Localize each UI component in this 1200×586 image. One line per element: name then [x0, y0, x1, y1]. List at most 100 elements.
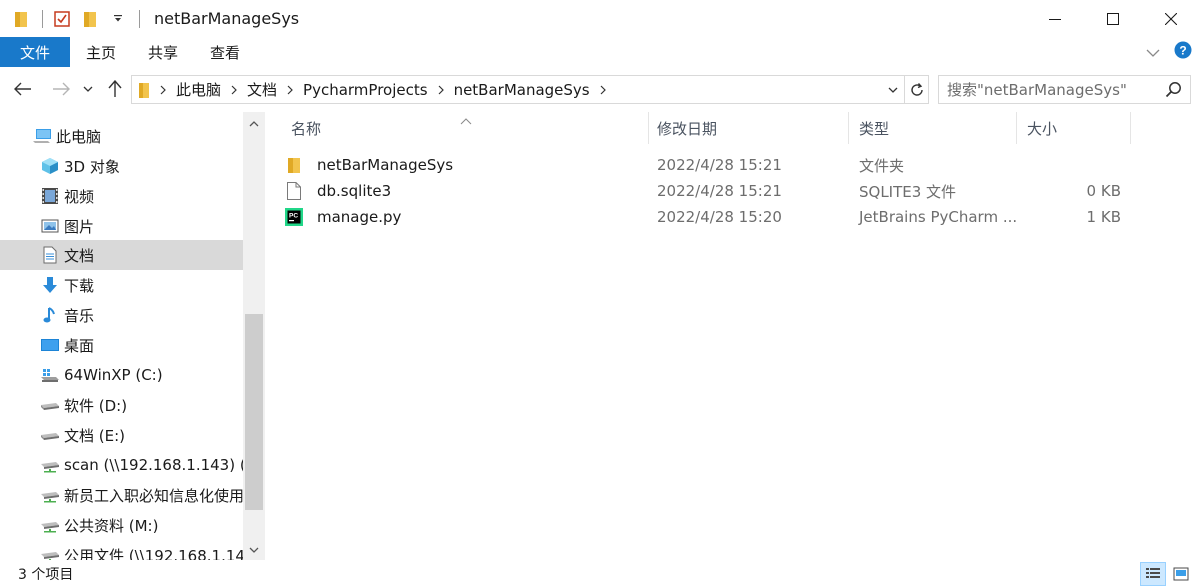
nav-item-pictures[interactable]: 图片 [0, 211, 243, 241]
ribbon-tabs: 文件 主页 共享 查看 ? [0, 37, 1200, 67]
file-type: 文件夹 [859, 156, 905, 175]
status-bar: 3 个项目 [0, 562, 1200, 586]
chevron-right-icon[interactable] [438, 85, 444, 95]
folder-icon [10, 8, 32, 30]
breadcrumb: 此电脑 文档 PycharmProjects netBarManageSys [132, 76, 882, 103]
tab-home[interactable]: 主页 [70, 37, 132, 67]
tab-file[interactable]: 文件 [0, 37, 70, 67]
recent-locations-button[interactable] [77, 76, 99, 102]
column-header-date[interactable]: 修改日期 [649, 112, 849, 144]
address-row: 此电脑 文档 PycharmProjects netBarManageSys 搜… [0, 70, 1200, 108]
column-header-type[interactable]: 类型 [851, 112, 1017, 144]
scroll-down-button[interactable] [243, 540, 265, 560]
toolbar-divider [42, 9, 43, 28]
file-date: 2022/4/28 15:20 [657, 208, 782, 226]
column-header-name[interactable]: 名称 [283, 112, 649, 144]
minimize-icon [1049, 18, 1061, 20]
close-button[interactable] [1142, 0, 1200, 37]
details-view-icon [1146, 568, 1160, 578]
chevron-right-icon[interactable] [160, 85, 166, 95]
help-button[interactable]: ? [1174, 41, 1192, 63]
search-icon[interactable] [1165, 81, 1182, 102]
refresh-button[interactable] [904, 76, 928, 103]
large-icons-view-icon [1173, 567, 1189, 581]
file-date: 2022/4/28 15:21 [657, 182, 782, 200]
nav-item-drive-c[interactable]: 64WinXP (C:) [0, 360, 243, 390]
chevron-right-icon[interactable] [287, 85, 293, 95]
arrow-right-icon [53, 82, 70, 96]
arrow-up-icon [108, 80, 122, 97]
nav-item-drive-d[interactable]: 软件 (D:) [0, 390, 243, 420]
network-drive-icon [40, 485, 60, 505]
tab-view[interactable]: 查看 [194, 37, 256, 67]
file-name: manage.py [317, 208, 402, 226]
file-type: JetBrains PyCharm ... [859, 208, 1018, 226]
arrow-left-icon [14, 82, 31, 96]
nav-item-documents[interactable]: 文档 [0, 240, 243, 270]
nav-item-network-scan[interactable]: scan (\\192.168.1.143) (H [0, 450, 243, 480]
file-size [1024, 152, 1121, 178]
nav-item-network-shared[interactable]: 公用文件 (\\192.168.1.143 [0, 540, 243, 560]
tab-share[interactable]: 共享 [132, 37, 194, 67]
address-history-button[interactable] [882, 87, 904, 93]
network-drive-icon [40, 455, 60, 475]
large-icons-view-button[interactable] [1168, 562, 1194, 586]
expand-ribbon-button[interactable] [1146, 43, 1160, 61]
chevron-right-icon[interactable] [231, 85, 237, 95]
nav-scrollbar[interactable] [243, 112, 265, 560]
window-controls [1026, 0, 1200, 37]
table-row[interactable]: PC manage.py 2022/4/28 15:20 JetBrains P… [284, 204, 1154, 230]
nav-item-network-onboarding[interactable]: 新员工入职必知信息化使用 [0, 480, 243, 510]
forward-button[interactable] [48, 76, 74, 102]
back-button[interactable] [10, 76, 36, 102]
search-input[interactable]: 搜索"netBarManageSys" [938, 75, 1191, 104]
address-bar[interactable]: 此电脑 文档 PycharmProjects netBarManageSys [131, 75, 929, 104]
svg-text:?: ? [1179, 44, 1186, 58]
chevron-down-icon [1146, 49, 1160, 57]
customize-toolbar-icon[interactable] [107, 8, 129, 30]
picture-icon [40, 216, 60, 236]
new-folder-icon[interactable] [79, 8, 101, 30]
breadcrumb-item[interactable]: 此电脑 [176, 79, 247, 100]
table-row[interactable]: netBarManageSys 2022/4/28 15:21 文件夹 [284, 152, 1154, 178]
column-header-size[interactable]: 大小 [1019, 112, 1131, 144]
nav-item-music[interactable]: 音乐 [0, 300, 243, 330]
breadcrumb-item[interactable]: netBarManageSys [454, 81, 616, 99]
table-row[interactable]: db.sqlite3 2022/4/28 15:21 SQLITE3 文件 0 … [284, 178, 1154, 204]
pycharm-icon: PC [284, 207, 304, 227]
nav-item-network-public[interactable]: 公共资料 (M:) [0, 510, 243, 540]
scrollbar-thumb[interactable] [245, 314, 263, 510]
ribbon-right-controls: ? [1146, 37, 1192, 67]
window-title: netBarManageSys [154, 9, 300, 28]
scroll-up-button[interactable] [243, 114, 265, 134]
breadcrumb-item[interactable]: PycharmProjects [303, 81, 454, 99]
up-button[interactable] [102, 76, 128, 102]
refresh-icon [910, 82, 923, 96]
nav-item-downloads[interactable]: 下载 [0, 270, 243, 300]
file-name: netBarManageSys [317, 156, 454, 174]
chevron-up-icon [249, 121, 259, 127]
folder-icon [284, 155, 304, 175]
nav-item-3d-objects[interactable]: 3D 对象 [0, 151, 243, 181]
video-icon [40, 186, 60, 206]
title-bar: netBarManageSys [0, 0, 1200, 37]
close-icon [1165, 12, 1177, 25]
folder-icon [139, 82, 149, 98]
breadcrumb-item[interactable]: 文档 [247, 79, 303, 100]
nav-item-desktop[interactable]: 桌面 [0, 330, 243, 360]
file-icon [284, 181, 304, 201]
nav-item-videos[interactable]: 视频 [0, 181, 243, 211]
nav-item-this-pc[interactable]: 此电脑 [0, 121, 243, 151]
drive-icon [40, 425, 60, 445]
minimize-button[interactable] [1026, 0, 1084, 37]
properties-icon[interactable] [51, 8, 73, 30]
file-date: 2022/4/28 15:21 [657, 156, 782, 174]
network-drive-icon [40, 515, 60, 535]
details-view-button[interactable] [1140, 562, 1166, 586]
download-icon [40, 275, 60, 295]
chevron-right-icon[interactable] [600, 85, 606, 95]
maximize-icon [1107, 12, 1119, 25]
network-drive-icon [40, 545, 60, 560]
nav-item-drive-e[interactable]: 文档 (E:) [0, 420, 243, 450]
maximize-button[interactable] [1084, 0, 1142, 37]
